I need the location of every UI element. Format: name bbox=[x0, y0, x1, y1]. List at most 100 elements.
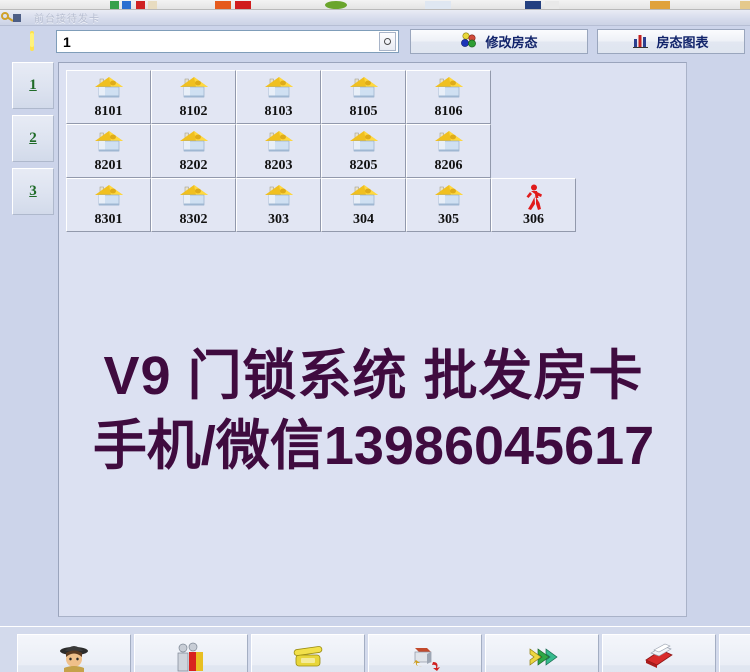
room-cell[interactable]: 303 bbox=[236, 178, 321, 232]
room-number-label: 304 bbox=[353, 211, 374, 227]
room-cell[interactable]: 8105 bbox=[321, 70, 406, 124]
room-number-label: 8102 bbox=[179, 103, 208, 119]
watermark-line-2: 手机/微信13986045617 bbox=[92, 416, 655, 477]
house-icon bbox=[177, 75, 211, 103]
room-select-value[interactable]: 1 bbox=[57, 34, 379, 50]
room-cell[interactable]: 306 bbox=[491, 178, 576, 232]
room-number-label: 8202 bbox=[179, 157, 208, 173]
modify-room-status-button[interactable]: 修改房态 bbox=[410, 29, 588, 54]
reservation-button[interactable]: 预订 bbox=[251, 634, 365, 672]
house-icon bbox=[92, 129, 126, 157]
floor-tabs: 1 2 3 bbox=[12, 62, 54, 221]
walk-in-checkin-button[interactable]: 散客接待 bbox=[17, 634, 131, 672]
strip-icon bbox=[545, 1, 559, 9]
key-window-icon bbox=[1, 11, 23, 25]
change-room-button[interactable]: 换房 bbox=[368, 634, 482, 672]
room-number-label: 306 bbox=[523, 211, 544, 227]
card-lost-button[interactable]: 卡丢 bbox=[719, 634, 750, 672]
house-icon bbox=[432, 183, 466, 211]
room-status-panel: 8101 8102 8103 8105 8106 8201 8202 8203 8205 8206… bbox=[58, 62, 687, 617]
extend-stay-button[interactable]: 续房 bbox=[485, 634, 599, 672]
strip-icon bbox=[235, 1, 251, 9]
strip-icon bbox=[650, 1, 670, 9]
key-icon bbox=[27, 31, 37, 51]
room-cell[interactable]: 305 bbox=[406, 178, 491, 232]
room-number-label: 303 bbox=[268, 211, 289, 227]
window-title: 前台接待发卡 bbox=[34, 14, 100, 25]
room-cell[interactable]: 8205 bbox=[321, 124, 406, 178]
house-icon bbox=[347, 129, 381, 157]
room-cell[interactable]: 8201 bbox=[66, 124, 151, 178]
room-cell[interactable]: 8102 bbox=[151, 70, 236, 124]
floor-tab-1-label: 1 bbox=[29, 77, 37, 93]
house-icon bbox=[177, 183, 211, 211]
floor-tab-2-label: 2 bbox=[29, 130, 37, 146]
bar-chart-icon bbox=[633, 32, 649, 51]
house-icon bbox=[177, 129, 211, 157]
room-number-label: 8205 bbox=[349, 157, 378, 173]
colored-circles-icon bbox=[460, 32, 478, 51]
watermark-overlay: V9 门锁系统 批发房卡 手机/微信13986045617 bbox=[59, 345, 688, 477]
house-icon bbox=[262, 75, 296, 103]
person-hat-icon bbox=[54, 641, 94, 672]
room-cell-empty bbox=[491, 70, 576, 124]
room-select-combo[interactable]: 1 bbox=[56, 30, 399, 53]
house-icon bbox=[432, 75, 466, 103]
room-number-label: 8103 bbox=[264, 103, 293, 119]
room-number-label: 8106 bbox=[434, 103, 463, 119]
strip-icon bbox=[110, 1, 119, 9]
strip-icon bbox=[136, 1, 145, 9]
floor-tab-3[interactable]: 3 bbox=[12, 168, 54, 215]
room-number-label: 8302 bbox=[179, 211, 208, 227]
house-icon bbox=[347, 75, 381, 103]
application-window: 前台接待发卡 1 修改房态 房态图表 1 2 3 8101 8102 8103 … bbox=[0, 0, 750, 672]
telephone-icon bbox=[288, 641, 328, 672]
top-control-bar: 1 修改房态 房态图表 bbox=[0, 26, 750, 57]
walking-person-icon bbox=[517, 183, 551, 211]
client-area: 1 修改房态 房态图表 1 2 3 8101 8102 8103 8105 81… bbox=[0, 26, 750, 672]
bottom-toolbar: 散客接待团体接待预订换房续房有卡退房卡丢 bbox=[0, 626, 750, 672]
room-status-chart-button[interactable]: 房态图表 bbox=[597, 29, 745, 54]
checkout-card-button[interactable]: 有卡退房 bbox=[602, 634, 716, 672]
group-checkin-button[interactable]: 团体接待 bbox=[134, 634, 248, 672]
strip-icon bbox=[215, 1, 231, 9]
strip-icon bbox=[425, 1, 451, 9]
house-icon bbox=[347, 183, 381, 211]
watermark-line-1: V9 门锁系统 批发房卡 bbox=[103, 346, 644, 406]
room-cell[interactable]: 304 bbox=[321, 178, 406, 232]
room-cell[interactable]: 8202 bbox=[151, 124, 236, 178]
room-number-label: 8105 bbox=[349, 103, 378, 119]
room-number-label: 8206 bbox=[434, 157, 463, 173]
floor-tab-2[interactable]: 2 bbox=[12, 115, 54, 162]
room-number-label: 305 bbox=[438, 211, 459, 227]
room-status-chart-label: 房态图表 bbox=[656, 35, 709, 50]
floor-tab-3-label: 3 bbox=[29, 183, 37, 199]
desktop-toolbar-strip bbox=[0, 0, 750, 10]
room-cell[interactable]: 8101 bbox=[66, 70, 151, 124]
room-number-label: 8201 bbox=[94, 157, 123, 173]
floor-tab-1[interactable]: 1 bbox=[12, 62, 54, 109]
dropdown-circle-icon[interactable] bbox=[379, 32, 396, 51]
room-cell[interactable]: 8103 bbox=[236, 70, 321, 124]
strip-icon bbox=[740, 1, 750, 9]
group-people-icon bbox=[171, 641, 211, 672]
bottom-toolbar-buttons: 散客接待团体接待预订换房续房有卡退房卡丢 bbox=[17, 634, 750, 672]
house-icon bbox=[92, 183, 126, 211]
strip-icon bbox=[122, 1, 131, 9]
swap-room-icon bbox=[405, 641, 445, 672]
room-cell[interactable]: 8106 bbox=[406, 70, 491, 124]
house-icon bbox=[432, 129, 466, 157]
house-icon bbox=[92, 75, 126, 103]
room-number-label: 8301 bbox=[94, 211, 123, 227]
double-arrow-icon bbox=[522, 641, 562, 672]
house-icon bbox=[262, 183, 296, 211]
room-cell[interactable]: 8302 bbox=[151, 178, 236, 232]
strip-icon bbox=[148, 1, 157, 9]
strip-icon bbox=[325, 1, 347, 9]
house-icon bbox=[262, 129, 296, 157]
room-cell[interactable]: 8301 bbox=[66, 178, 151, 232]
room-number-label: 8101 bbox=[94, 103, 123, 119]
room-cell[interactable]: 8206 bbox=[406, 124, 491, 178]
room-cell[interactable]: 8203 bbox=[236, 124, 321, 178]
strip-icon bbox=[525, 1, 541, 9]
